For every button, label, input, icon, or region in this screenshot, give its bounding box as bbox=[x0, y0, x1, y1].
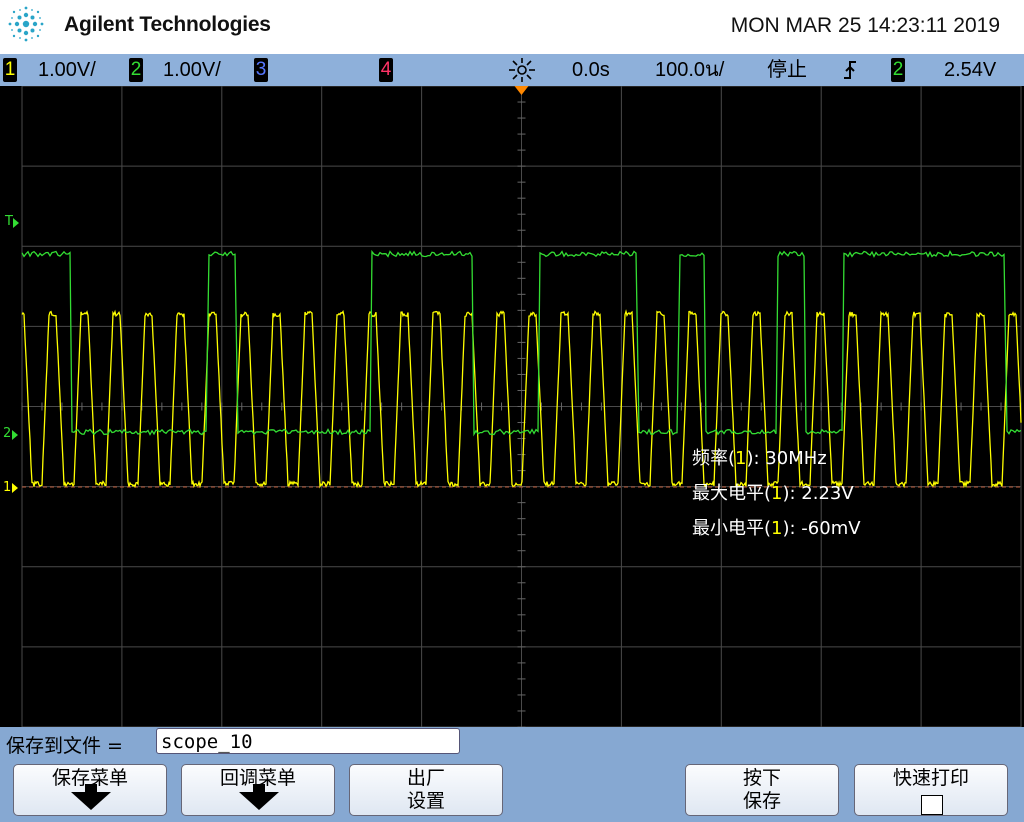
ch2-ground-marker: 2 bbox=[3, 426, 11, 441]
ch1-ground-arrow bbox=[12, 483, 18, 493]
measurement-max-level: 最大电平(1): 2.23V bbox=[692, 479, 854, 505]
meas-vmax-value: ): 2.23V bbox=[782, 483, 854, 504]
factory-setup-label-2: 设置 bbox=[406, 790, 445, 812]
brand-name: Agilent Technologies bbox=[64, 13, 271, 36]
factory-setup-label-1: 出厂 bbox=[406, 767, 445, 789]
down-arrow-icon bbox=[71, 784, 111, 810]
file-name-field[interactable]: scope_10 bbox=[156, 728, 460, 754]
ch1-ground-marker: 1 bbox=[3, 480, 11, 495]
ch4-indicator[interactable]: 4 bbox=[379, 58, 393, 82]
ch2-scale: 1.00V/ bbox=[163, 59, 221, 81]
ch2-ground-arrow bbox=[12, 430, 18, 440]
trigger-position-marker bbox=[514, 86, 529, 95]
quick-print-label: 快速打印 bbox=[892, 767, 969, 789]
rising-edge-icon bbox=[844, 61, 856, 79]
ch2-indicator[interactable]: 2 bbox=[129, 58, 143, 82]
meas-vmin-channel: 1 bbox=[771, 518, 783, 539]
down-arrow-icon bbox=[239, 784, 279, 810]
file-name-label: 保存到文件 = bbox=[6, 735, 123, 757]
measurement-frequency: 频率(1): 30MHz bbox=[692, 444, 827, 470]
date-time: MON MAR 25 14:23:11 2019 bbox=[730, 14, 1000, 37]
meas-freq-label: 频率( bbox=[692, 448, 736, 469]
meas-vmin-label: 最小电平( bbox=[692, 518, 772, 539]
timebase-scale: 100.0น/ bbox=[655, 59, 725, 81]
meas-freq-value: ): 30MHz bbox=[746, 448, 827, 469]
factory-setup-button[interactable]: 出厂 设置 bbox=[349, 764, 503, 816]
header-bar: Agilent Technologies MON MAR 25 14:23:11… bbox=[0, 0, 1024, 54]
trigger-source[interactable]: 2 bbox=[891, 58, 905, 82]
meas-freq-channel: 1 bbox=[735, 448, 747, 469]
quick-print-checkbox[interactable] bbox=[921, 795, 943, 815]
ch1-scale: 1.00V/ bbox=[38, 59, 96, 81]
waveform-display[interactable]: T21 频率(1): 30MHz 最大电平(1): 2.23V 最小电平(1):… bbox=[0, 86, 1024, 727]
trigger-level-marker: T bbox=[4, 214, 13, 229]
save-menu-button[interactable]: 保存菜单 bbox=[13, 764, 167, 816]
trigger-level: 2.54V bbox=[944, 59, 997, 81]
quick-print-button[interactable]: 快速打印 bbox=[854, 764, 1008, 816]
press-to-save-label-2: 保存 bbox=[742, 790, 781, 812]
meas-vmax-channel: 1 bbox=[771, 483, 783, 504]
delay-value: 0.0s bbox=[572, 59, 610, 81]
meas-vmin-value: ): -60mV bbox=[782, 518, 861, 539]
press-to-save-button[interactable]: 按下 保存 bbox=[685, 764, 839, 816]
trigger-level-arrow bbox=[13, 218, 19, 228]
softkey-panel: 保存到文件 = scope_10 保存菜单 回调菜单 出厂 设置 按下 保存 快… bbox=[0, 727, 1024, 822]
meas-vmax-label: 最大电平( bbox=[692, 483, 772, 504]
agilent-spark-logo-icon bbox=[8, 6, 44, 42]
status-bar: 1 1.00V/ 2 1.00V/ 3 4 0.0s 100.0น/ 停止 2 … bbox=[0, 54, 1024, 86]
run-state: 停止 bbox=[767, 59, 807, 81]
measurement-min-level: 最小电平(1): -60mV bbox=[692, 514, 861, 540]
ch3-indicator[interactable]: 3 bbox=[254, 58, 268, 82]
recall-menu-button[interactable]: 回调菜单 bbox=[181, 764, 335, 816]
waveform-canvas: T 2 1 bbox=[3, 86, 1022, 727]
delay-sun-icon bbox=[509, 58, 535, 82]
ch1-indicator[interactable]: 1 bbox=[3, 58, 17, 82]
press-to-save-label-1: 按下 bbox=[742, 767, 781, 789]
